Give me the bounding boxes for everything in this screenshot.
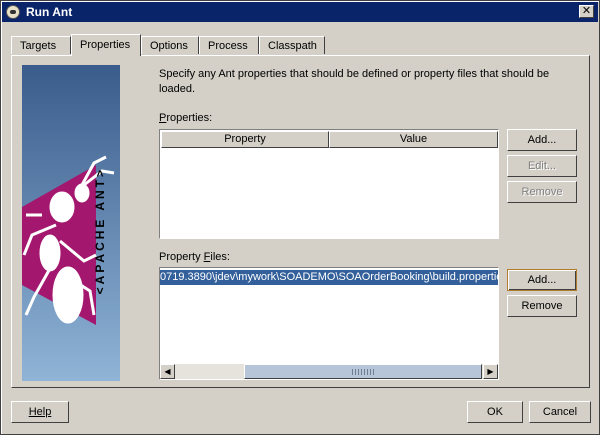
close-button[interactable]: ✕	[579, 5, 594, 18]
remove-property-file-button[interactable]: Remove	[507, 295, 577, 317]
window-title: Run Ant	[26, 5, 73, 19]
tab-classpath[interactable]: Classpath	[259, 36, 325, 54]
apache-ant-banner: <APACHE ANT>	[22, 65, 120, 381]
ok-button[interactable]: OK	[467, 401, 523, 423]
scroll-left-icon[interactable]: ◀	[160, 364, 175, 379]
edit-property-button[interactable]: Edit...	[507, 155, 577, 177]
column-header-value[interactable]: Value	[329, 131, 498, 148]
properties-label: Properties:	[159, 112, 212, 124]
column-header-property[interactable]: Property	[161, 131, 329, 148]
apache-ant-logo-graphic: <APACHE ANT>	[22, 65, 120, 381]
property-files-label-rest: iles:	[210, 251, 230, 263]
property-files-list[interactable]: 0719.3890\jdev\mywork\SOADEMO\SOAOrderBo…	[159, 267, 499, 380]
tab-properties[interactable]: Properties	[71, 34, 141, 56]
add-property-file-button[interactable]: Add...	[507, 269, 577, 291]
scrollbar-thumb[interactable]	[244, 364, 482, 379]
tab-process[interactable]: Process	[199, 36, 259, 54]
help-button[interactable]: Help	[11, 401, 69, 423]
properties-table[interactable]: Property Value	[159, 129, 499, 239]
run-ant-dialog: Run Ant ✕ Targets Properties Options Pro…	[0, 0, 600, 435]
tab-options[interactable]: Options	[141, 36, 199, 54]
scroll-right-icon[interactable]: ▶	[483, 364, 498, 379]
banner-text: <APACHE ANT>	[93, 167, 107, 294]
grip-icon	[352, 369, 374, 375]
property-file-item[interactable]: 0719.3890\jdev\mywork\SOADEMO\SOAOrderBo…	[160, 270, 498, 285]
description-text: Specify any Ant properties that should b…	[159, 68, 550, 95]
horizontal-scrollbar[interactable]: ◀ ▶	[160, 364, 498, 379]
property-files-label-start: Property	[159, 251, 204, 263]
ant-app-icon	[6, 5, 20, 19]
remove-property-button[interactable]: Remove	[507, 181, 577, 203]
property-files-label: Property Files:	[159, 251, 230, 263]
add-property-button[interactable]: Add...	[507, 129, 577, 151]
cancel-button[interactable]: Cancel	[529, 401, 591, 423]
help-button-label: Help	[28, 406, 52, 418]
properties-label-rest: roperties:	[166, 112, 213, 124]
title-bar[interactable]: Run Ant ✕	[2, 2, 598, 22]
tab-targets[interactable]: Targets	[11, 36, 71, 54]
